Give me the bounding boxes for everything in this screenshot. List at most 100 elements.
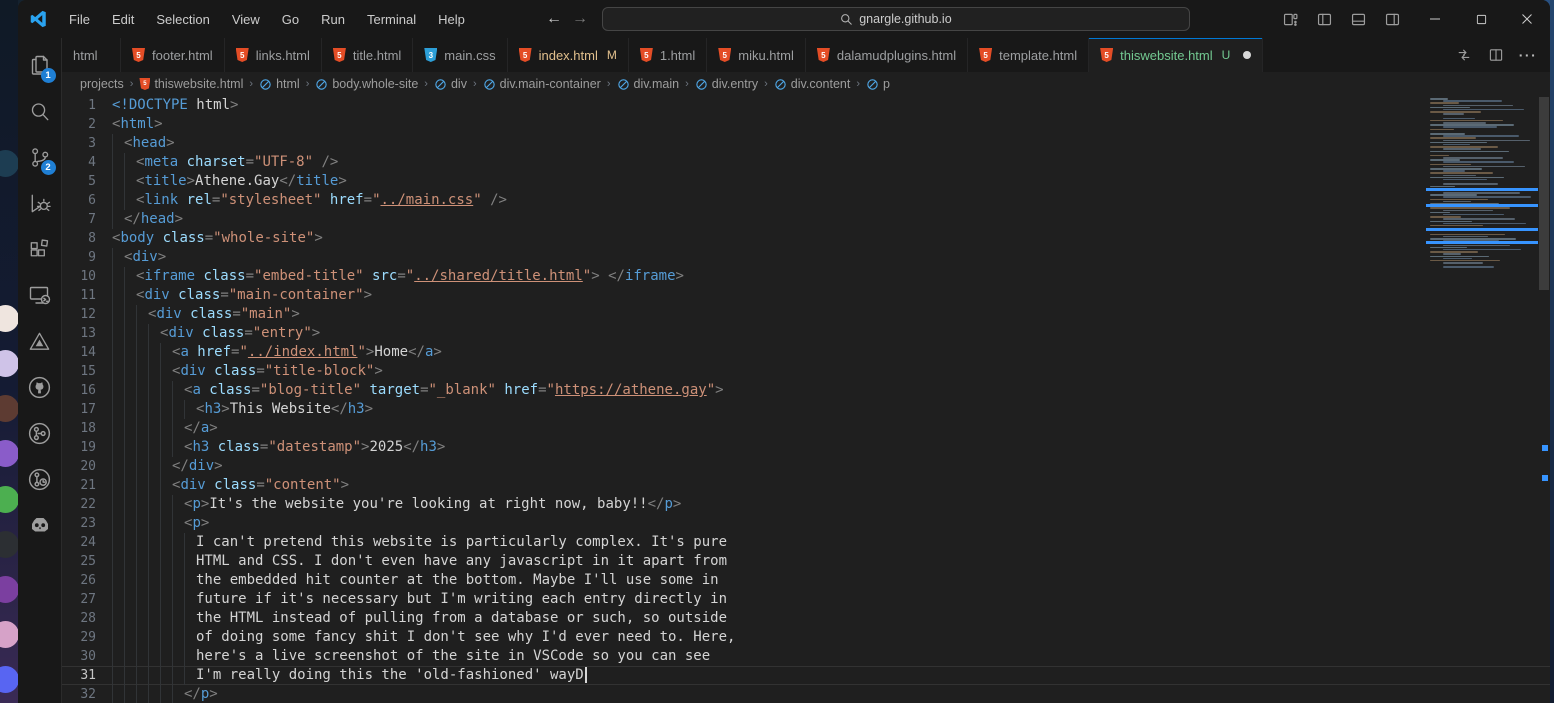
menu-selection[interactable]: Selection [147,8,218,31]
unsaved-dot-icon[interactable] [1243,51,1251,59]
line-number: 31 [62,666,96,685]
toggle-primary-sidebar-icon[interactable] [1310,7,1338,31]
code-line-27: 27future if it's necessary but I'm writi… [62,590,1550,609]
navigate-forward-icon[interactable]: → [572,10,588,28]
breadcrumb-item-div[interactable]: div [432,77,469,91]
customize-layout-icon[interactable] [1276,7,1304,31]
tab-label: main.css [444,48,495,63]
code-line-14: 14<a href="../index.html">Home</a> [62,343,1550,362]
menu-file[interactable]: File [60,8,99,31]
breadcrumb-label: div.main [634,77,680,91]
menu-edit[interactable]: Edit [103,8,143,31]
minimap[interactable] [1426,98,1538,398]
tab-html[interactable]: html [62,38,121,72]
breadcrumb-label: html [276,77,300,91]
tab-title.html[interactable]: 5title.html [322,38,413,72]
maximize-button[interactable] [1458,0,1504,38]
activitybar-search-icon[interactable] [18,88,62,134]
breadcrumb-item-thiswebsite.html[interactable]: 5thiswebsite.html [137,77,245,91]
tab-miku.html[interactable]: 5miku.html [707,38,806,72]
html5-file-icon: 5 [640,48,653,62]
command-center-text: gnargle.github.io [859,12,951,26]
activitybar-gitlens-icon[interactable] [18,456,62,502]
menu-run[interactable]: Run [312,8,354,31]
tab-label: index.html [539,48,598,63]
activitybar-explorer-icon[interactable]: 1 [18,42,62,88]
code-line-24: 24I can't pretend this website is partic… [62,533,1550,552]
line-number: 18 [62,419,96,438]
breadcrumb-separator: › [130,78,134,90]
html5-file-icon: 5 [139,78,150,90]
breadcrumb-item-div.main-container[interactable]: div.main-container [481,77,603,91]
tab-label: html [73,48,98,63]
line-number: 4 [62,153,96,172]
activitybar-triangle-extension-icon[interactable] [18,318,62,364]
line-number: 17 [62,400,96,419]
symbol-element-icon [866,78,879,91]
breadcrumb-item-body.whole-site[interactable]: body.whole-site [313,77,420,91]
activitybar-run-debug-icon[interactable] [18,180,62,226]
command-center-search[interactable]: gnargle.github.io [602,7,1190,31]
symbol-element-icon [259,78,272,91]
tab-label: thiswebsite.html [1120,48,1212,63]
open-changes-icon[interactable] [1450,42,1478,68]
scrollbar-slider[interactable] [1539,97,1549,290]
background-app-icon [0,395,19,422]
menu-view[interactable]: View [223,8,269,31]
menu-help[interactable]: Help [429,8,474,31]
line-number: 9 [62,248,96,267]
line-number: 2 [62,115,96,134]
tab-template.html[interactable]: 5template.html [968,38,1089,72]
activitybar-source-control-icon[interactable]: 2 [18,134,62,180]
tab-1.html[interactable]: 51.html [629,38,707,72]
tab-dalamudplugins.html[interactable]: 5dalamudplugins.html [806,38,968,72]
activitybar-godot-icon[interactable] [18,502,62,548]
editor-scrollbar[interactable] [1538,96,1550,703]
code-line-3: 3<head> [62,134,1550,153]
tab-footer.html[interactable]: 5footer.html [121,38,225,72]
activity-bar: 12 [18,38,62,703]
background-right-strip [1550,0,1554,703]
breadcrumb-item-projects[interactable]: projects [78,77,126,91]
background-app-icon [0,305,19,332]
activitybar-extensions-icon[interactable] [18,226,62,272]
toggle-panel-icon[interactable] [1344,7,1372,31]
menu-terminal[interactable]: Terminal [358,8,425,31]
tab-main.css[interactable]: 3 main.css [413,38,507,72]
activitybar-remote-explorer-icon[interactable] [18,272,62,318]
code-line-12: 12<div class="main"> [62,305,1550,324]
close-button[interactable] [1504,0,1550,38]
menu-go[interactable]: Go [273,8,308,31]
background-app-icon [0,486,19,513]
code-line-25: 25HTML and CSS. I don't even have any ja… [62,552,1550,571]
code-line-32: 32</p> [62,685,1550,703]
code-line-17: 17<h3>This Website</h3> [62,400,1550,419]
symbol-element-icon [617,78,630,91]
toggle-secondary-sidebar-icon[interactable] [1378,7,1406,31]
code-line-29: 29of doing some fancy shit I don't see w… [62,628,1550,647]
tab-thiswebsite.html[interactable]: 5thiswebsite.htmlU [1089,38,1263,72]
code-line-26: 26the embedded hit counter at the bottom… [62,571,1550,590]
tab-links.html[interactable]: 5links.html [225,38,322,72]
tab-index.html[interactable]: 5index.htmlM [508,38,629,72]
css3-file-icon: 3 [424,48,437,62]
code-line-8: 8<body class="whole-site"> [62,229,1550,248]
breadcrumb-separator: › [306,78,310,90]
code-line-22: 22<p>It's the website you're looking at … [62,495,1550,514]
breadcrumb-item-div.content[interactable]: div.content [772,77,853,91]
breadcrumb-item-div.main[interactable]: div.main [615,77,682,91]
breadcrumb-item-html[interactable]: html [257,77,302,91]
more-actions-icon[interactable]: ··· [1514,42,1542,68]
navigate-back-icon[interactable]: ← [546,10,562,28]
breadcrumb-item-p[interactable]: p [864,77,892,91]
minimize-button[interactable] [1412,0,1458,38]
activitybar-git-graph-icon[interactable] [18,410,62,456]
code-lines: 1<!DOCTYPE html>2<html>3<head>4<meta cha… [62,96,1550,703]
breadcrumb-item-div.entry[interactable]: div.entry [693,77,760,91]
activitybar-github-icon[interactable] [18,364,62,410]
split-editor-icon[interactable] [1482,42,1510,68]
vscode-window: FileEditSelectionViewGoRunTerminalHelp ←… [18,0,1550,703]
line-number: 22 [62,495,96,514]
code-editor[interactable]: 1<!DOCTYPE html>2<html>3<head>4<meta cha… [62,96,1550,703]
line-number: 7 [62,210,96,229]
